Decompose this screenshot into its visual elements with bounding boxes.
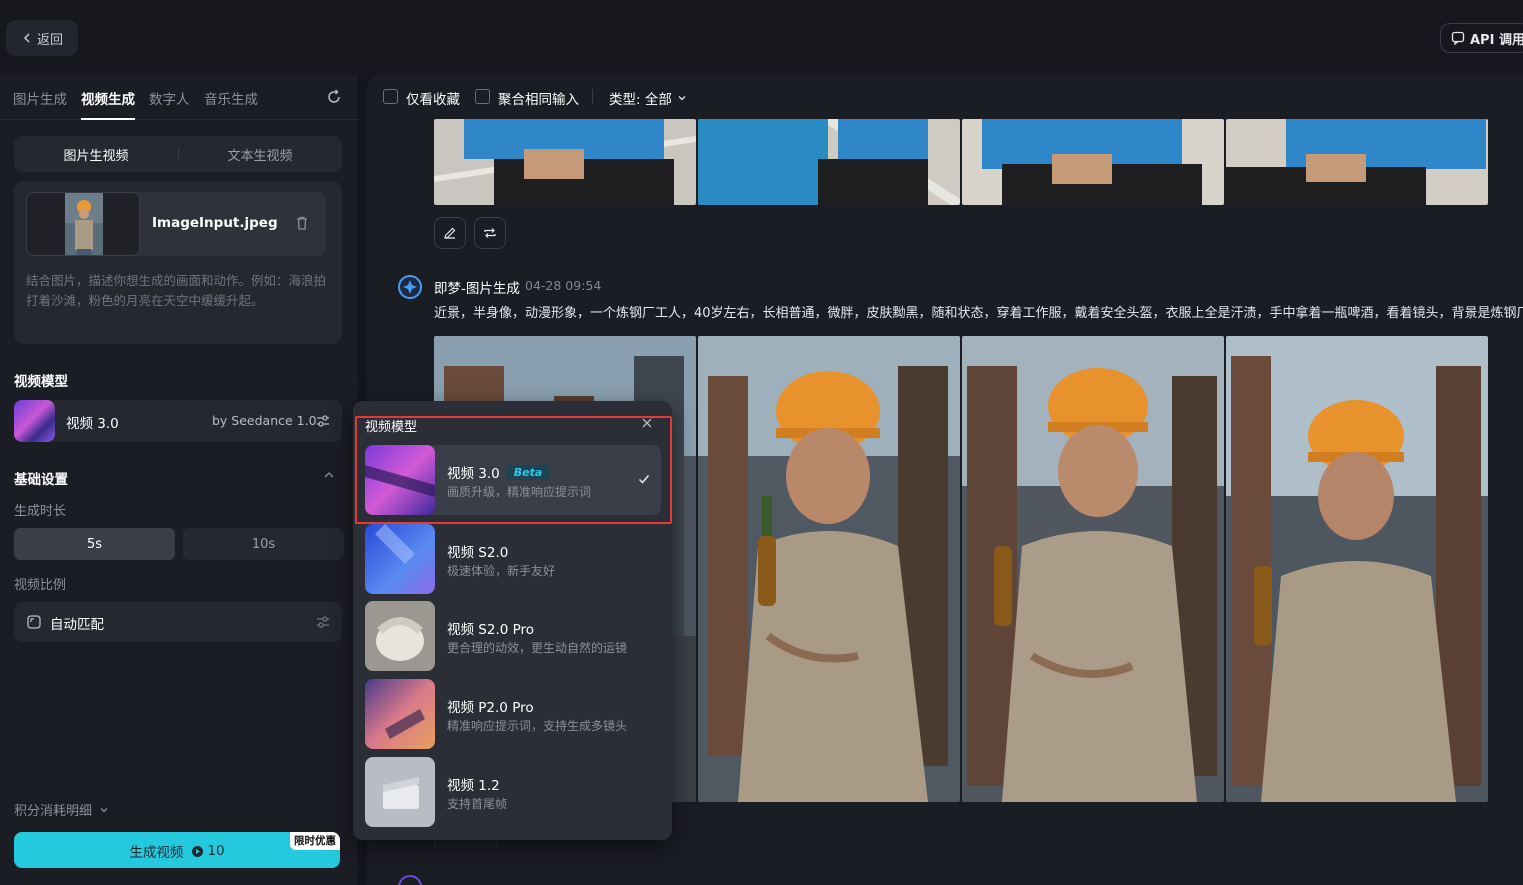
model-option-name: 视频 P2.0 Pro	[447, 700, 534, 716]
duration-label: 生成时长	[14, 504, 67, 519]
model-dropdown-title: 视频模型	[365, 420, 418, 435]
model-option-video-3[interactable]: 视频 3.0 Beta 画质升级，精准响应提示词	[365, 445, 661, 515]
model-option-desc: 极速体验，新手友好	[447, 564, 556, 578]
duration-5s-button[interactable]: 5s	[14, 528, 175, 560]
model-name: 视频 3.0	[66, 416, 119, 432]
model-option-desc: 画质升级，精准响应提示词	[447, 485, 592, 499]
model-option-thumbnail	[365, 679, 435, 749]
model-option-thumbnail	[365, 757, 435, 827]
model-option-desc: 支持首尾帧	[447, 797, 508, 811]
model-selector[interactable]: 视频 3.0 by Seedance 1.0	[14, 400, 342, 442]
generate-label: 生成视频	[129, 845, 184, 861]
generate-video-button[interactable]: 生成视频 10 限时优惠	[14, 832, 340, 868]
left-panel: 图片生成 视频生成 数字人 音乐生成 图片生视频 文本生视频 ImageInpu…	[0, 75, 358, 885]
prompt-input[interactable]: 结合图片，描述你想生成的画面和动作。例如：海浪拍打着沙滩，粉色的月亮在天空中缓缓…	[26, 271, 332, 311]
result-image[interactable]	[962, 336, 1224, 802]
generation-prompt: 近景，半身像，动漫形象，一个炼钢厂工人，40岁左右，长相普通，微胖，皮肤黝黑，随…	[434, 306, 1523, 321]
top-bar: 返回 API 调用	[0, 0, 1523, 75]
uploaded-file[interactable]: ImageInput.jpeg	[26, 192, 326, 256]
merge-checkbox[interactable]	[475, 89, 490, 104]
check-icon	[638, 475, 650, 484]
upload-card: ImageInput.jpeg 结合图片，描述你想生成的画面和动作。例如：海浪拍…	[14, 181, 342, 344]
settings-sliders-icon[interactable]	[315, 413, 331, 429]
pencil-icon	[444, 227, 456, 239]
model-option-thumbnail	[365, 601, 435, 671]
edit-button[interactable]	[434, 217, 466, 249]
trash-icon[interactable]	[294, 215, 310, 231]
tab-video-gen[interactable]: 视频生成	[81, 88, 135, 120]
model-dropdown: 视频模型 视频 3.0 Beta 画质升级，精准响应提示词 视频 S2.0 极速…	[353, 401, 672, 840]
video-model-label: 视频模型	[14, 374, 68, 390]
chat-icon	[1451, 31, 1465, 45]
refresh-icon[interactable]	[325, 88, 343, 106]
cost-details-toggle[interactable]: 积分消耗明细	[14, 800, 110, 819]
model-option-video-s2[interactable]: 视频 S2.0 极速体验，新手友好	[365, 524, 661, 594]
model-option-name: 视频 S2.0	[447, 545, 509, 561]
cost-label: 积分消耗明细	[14, 804, 93, 819]
next-generation-logo-icon	[398, 875, 422, 885]
promo-badge: 限时优惠	[290, 832, 340, 850]
repeat-icon	[484, 228, 496, 238]
model-option-name: 视频 S2.0 Pro	[447, 622, 535, 638]
model-provider: by Seedance 1.0	[212, 413, 317, 428]
duration-10s-button[interactable]: 10s	[183, 528, 344, 560]
tab-image-to-video[interactable]: 图片生视频	[14, 136, 178, 172]
api-label: API 调用	[1470, 32, 1523, 48]
type-filter-dropdown[interactable]: 类型: 全部	[609, 88, 688, 108]
back-button[interactable]: 返回	[6, 20, 78, 56]
model-option-thumbnail	[365, 524, 435, 594]
file-thumbnail	[26, 192, 140, 256]
generate-cost: 10	[207, 843, 225, 859]
ratio-value: 自动匹配	[50, 617, 104, 633]
aspect-ratio-icon	[27, 615, 41, 629]
favorites-label[interactable]: 仅看收藏	[406, 88, 460, 108]
chevron-down-icon	[100, 807, 108, 812]
dreamina-logo-icon	[398, 275, 422, 299]
beta-badge: Beta	[505, 464, 551, 480]
model-option-video-p2-pro[interactable]: 视频 P2.0 Pro 精准响应提示词，支持生成多镜头	[365, 679, 661, 749]
regenerate-button[interactable]	[474, 217, 506, 249]
mode-switch: 图片生视频 文本生视频	[14, 136, 342, 172]
tab-music-gen[interactable]: 音乐生成	[204, 88, 258, 108]
back-label: 返回	[36, 32, 63, 48]
merge-label[interactable]: 聚合相同输入	[498, 88, 579, 108]
model-option-name: 视频 3.0 Beta	[447, 462, 551, 482]
model-thumbnail	[14, 400, 55, 442]
result-image[interactable]	[698, 119, 960, 205]
chevron-down-icon	[678, 96, 686, 101]
model-option-thumbnail	[365, 445, 435, 515]
model-option-name: 视频 1.2	[447, 778, 500, 794]
credit-icon	[192, 845, 204, 857]
ratio-selector[interactable]: 自动匹配	[14, 602, 342, 642]
result-image[interactable]	[434, 119, 696, 205]
chevron-up-icon[interactable]	[322, 468, 336, 482]
generation-type-tabs: 图片生成 视频生成 数字人 音乐生成	[0, 75, 358, 120]
model-option-desc: 更合理的动效，更生动自然的运镜	[447, 641, 628, 655]
chevron-left-icon	[23, 33, 30, 43]
type-filter-label: 类型: 全部	[609, 92, 672, 108]
api-button[interactable]: API 调用	[1440, 23, 1523, 53]
divider	[592, 89, 593, 104]
result-image[interactable]	[1226, 336, 1488, 802]
generation-time: 04-28 09:54	[525, 278, 602, 293]
model-option-desc: 精准响应提示词，支持生成多镜头	[447, 719, 628, 733]
ratio-label: 视频比例	[14, 578, 67, 593]
model-option-video-s2-pro[interactable]: 视频 S2.0 Pro 更合理的动效，更生动自然的运镜	[365, 601, 661, 671]
result-image[interactable]	[698, 336, 960, 802]
result-image[interactable]	[1226, 119, 1488, 205]
tab-image-gen[interactable]: 图片生成	[13, 88, 67, 108]
tab-text-to-video[interactable]: 文本生视频	[178, 136, 342, 172]
model-option-video-1-2[interactable]: 视频 1.2 支持首尾帧	[365, 757, 661, 827]
file-name: ImageInput.jpeg	[152, 215, 278, 231]
settings-sliders-icon[interactable]	[315, 614, 331, 630]
favorites-checkbox[interactable]	[383, 89, 398, 104]
generation-title: 即梦-图片生成	[434, 281, 520, 297]
close-icon[interactable]	[641, 417, 653, 429]
result-image[interactable]	[962, 119, 1224, 205]
tab-digital-human[interactable]: 数字人	[149, 88, 190, 108]
basic-settings-label: 基础设置	[14, 472, 68, 488]
filter-bar: 仅看收藏 聚合相同输入 类型: 全部	[367, 75, 1523, 119]
